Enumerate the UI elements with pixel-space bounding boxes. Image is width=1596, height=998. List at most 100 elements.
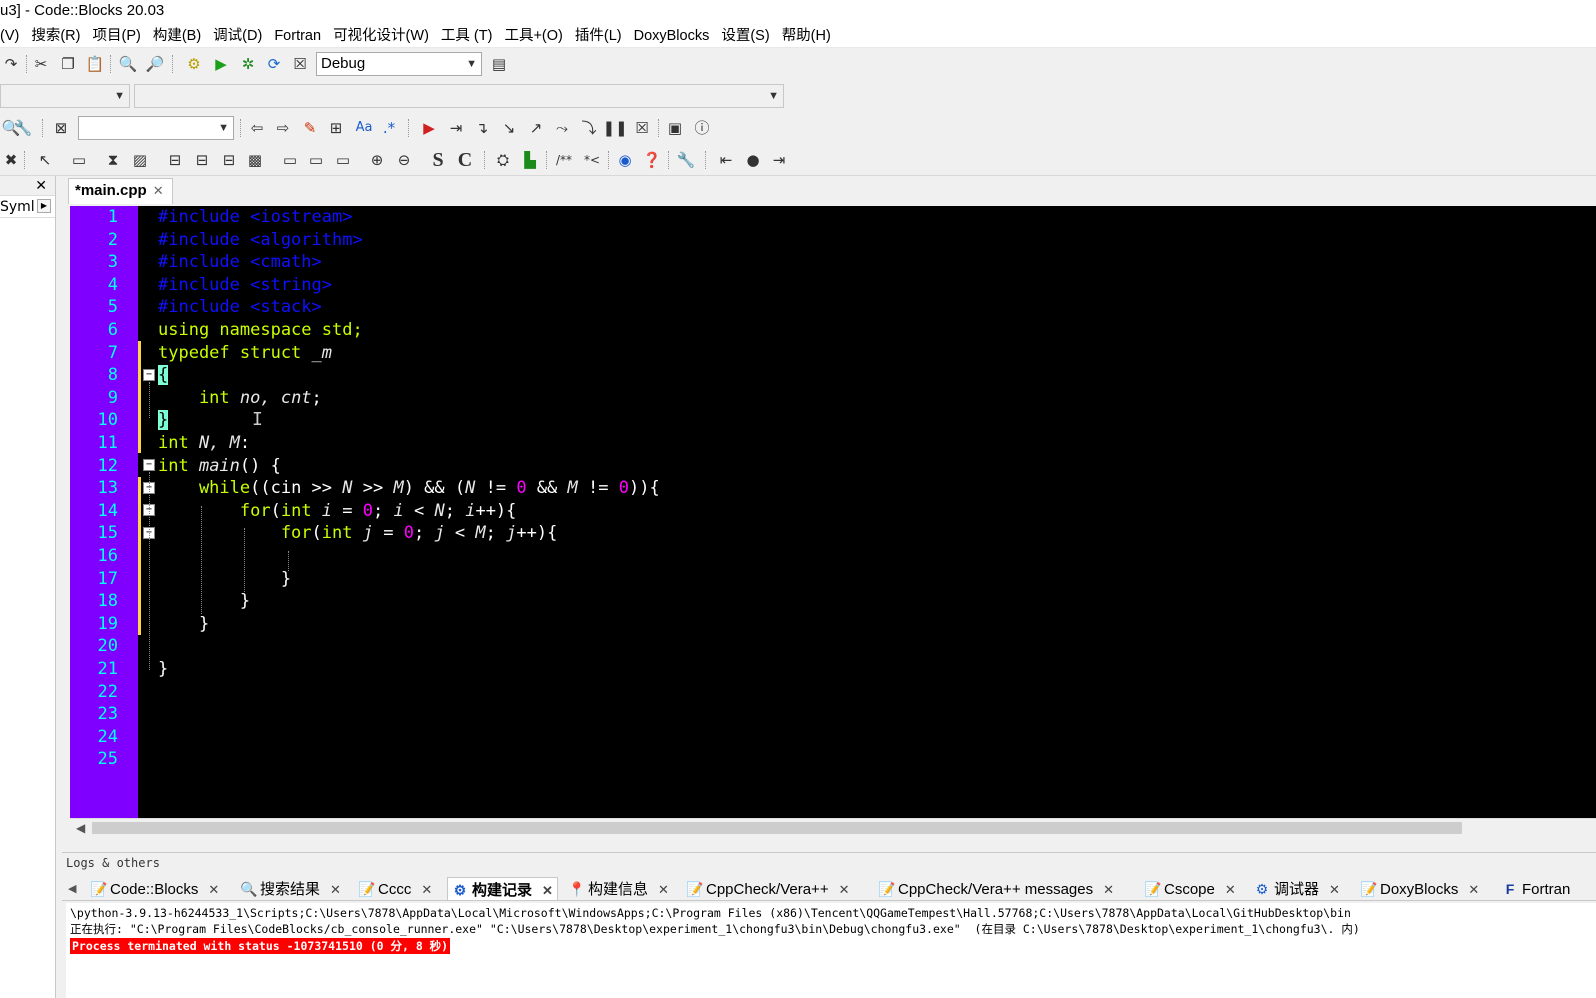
find-next-icon[interactable]: ⇨ [272,117,294,139]
menu-visual-design[interactable]: 可视化设计(W) [327,24,435,47]
zoom-out-icon[interactable]: ⊖ [393,149,415,171]
copy-icon[interactable]: ❐ [57,53,79,75]
doxy-comment-icon[interactable]: /** [553,149,575,171]
symbols-tab[interactable]: Syml ▶ [0,196,55,218]
logs-tab-debugger[interactable]: ⚙ 调试器 ✕ [1254,877,1340,900]
logs-tab-cppcheck[interactable]: 📝 CppCheck/Vera++ ✕ [686,877,850,900]
menu-build[interactable]: 构建(B) [147,24,207,47]
run-to-cursor-icon[interactable]: ⇥ [445,117,467,139]
bookmark-dot-icon[interactable]: ● [742,149,764,171]
logs-tab-doxyblocks[interactable]: 📝 DoxyBlocks ✕ [1360,877,1479,900]
block-one-icon[interactable]: ⊟ [164,149,186,171]
selected-text-icon[interactable]: ⊞ [325,117,347,139]
chevron-left-icon[interactable]: ◀ [68,877,76,900]
nav-forward-icon[interactable]: ⇥ [768,149,790,171]
menu-plugins[interactable]: 插件(L) [569,24,628,47]
doxy-line-comment-icon[interactable]: *< [581,149,603,171]
menu-tools-plus[interactable]: 工具+(O) [498,24,568,47]
logs-tab-cppcheck-messages[interactable]: 📝 CppCheck/Vera++ messages ✕ [878,877,1114,900]
redo-icon[interactable]: ↷ [0,53,22,75]
parallel-icon[interactable]: ▨ [129,149,151,171]
menu-doxyblocks[interactable]: DoxyBlocks [628,24,716,47]
stop-debugger-icon[interactable]: ☒ [631,117,653,139]
logs-tab-codeblocks[interactable]: 📝 Code::Blocks ✕ [90,877,219,900]
menu-help[interactable]: 帮助(H) [776,24,837,47]
editor-horizontal-scrollbar[interactable]: ◀ [70,818,1596,836]
s-icon[interactable]: S [427,149,449,171]
logs-tab-cccc[interactable]: 📝 Cccc ✕ [358,877,432,900]
menu-view[interactable]: (V) [0,24,25,47]
close-icon[interactable]: ✕ [35,176,47,196]
cut-icon[interactable]: ✂ [30,53,52,75]
highlight-icon[interactable]: ✎ [299,117,321,139]
paste-icon[interactable]: 📋 [84,53,106,75]
close-icon[interactable]: ✕ [658,882,669,897]
close-icon[interactable]: ✕ [1103,882,1114,897]
logs-tab-fortran[interactable]: F Fortran [1502,877,1571,900]
editor-tab-main-cpp[interactable]: *main.cpp ✕ [68,178,173,204]
scope-select[interactable]: ▼ [0,84,130,108]
chevron-right-icon[interactable]: ▶ [37,199,51,213]
logs-tab-build-messages[interactable]: 📍 构建信息 ✕ [568,877,669,900]
zoom-in-icon[interactable]: ⊕ [366,149,388,171]
doxywizard-icon[interactable]: ◉ [614,149,636,171]
close-icon[interactable]: ✕ [1225,882,1236,897]
decision-icon[interactable]: ⧗ [102,149,124,171]
next-instruction-icon[interactable]: ⤳ [551,117,573,139]
select-pointer-icon[interactable]: ↖ [34,149,56,171]
menu-debug[interactable]: 调试(D) [207,24,268,47]
close-icon[interactable]: ✕ [1329,882,1340,897]
code-editor[interactable]: 1 2 3 4 5 6 7 8 9 10 11 12 13 14 15 16 1… [70,206,1596,818]
delete-tool-icon[interactable]: ✖ [0,149,22,171]
pause-icon[interactable]: ❚❚ [602,117,627,139]
close-icon[interactable]: ✕ [330,882,341,897]
chm-help-icon[interactable]: ❓ [641,149,663,171]
menu-search[interactable]: 搜索(R) [25,24,86,47]
close-icon[interactable]: ✕ [1468,882,1479,897]
close-icon[interactable]: ✕ [542,883,553,898]
block-three-icon[interactable]: ⊟ [218,149,240,171]
fold-toggle-icon[interactable]: − [143,459,155,471]
chevron-left-icon[interactable]: ◀ [76,819,85,837]
close-icon[interactable]: ✕ [839,882,850,897]
find-previous-icon[interactable]: ⇦ [246,117,268,139]
build-log-output[interactable]: \python-3.9.13-h6244533_1\Scripts;C:\Use… [66,903,1596,998]
clear-search-icon[interactable]: ⊠ [50,117,72,139]
find-icon[interactable]: 🔍 [117,53,139,75]
wrench-icon[interactable]: 🔧 [12,117,34,139]
match-case-icon[interactable]: Aa [353,117,375,139]
next-line-icon[interactable]: ↴ [471,117,493,139]
function-select[interactable]: ▼ [134,84,784,108]
build-target-select[interactable]: Debug ▼ [316,52,482,76]
chart-icon[interactable]: ▙ [519,149,541,171]
build-gear-icon[interactable]: ⚙ [183,53,205,75]
close-icon[interactable]: ✕ [208,882,219,897]
close-icon[interactable]: ✕ [421,882,432,897]
menu-tools[interactable]: 工具 (T) [435,24,499,47]
fold-toggle-icon[interactable]: − [143,369,155,381]
run-icon[interactable]: ▶ [210,53,232,75]
abort-icon[interactable]: ☒ [289,53,311,75]
shape-three-icon[interactable]: ▭ [332,149,354,171]
debug-info-icon[interactable]: ⓘ [691,117,713,139]
close-icon[interactable]: ✕ [153,183,164,198]
scrollbar-thumb[interactable] [92,822,1462,834]
step-into-instruction-icon[interactable]: ⤵ [578,117,600,139]
logs-tab-build-log[interactable]: ⚙ 构建记录 ✕ [447,877,558,900]
export-icon[interactable]: ⛭ [492,149,514,171]
menu-project[interactable]: 项目(P) [86,24,146,47]
config-wrench-icon[interactable]: 🔧 [675,149,697,171]
debug-windows-icon[interactable]: ▣ [664,117,686,139]
step-into-icon[interactable]: ↘ [498,117,520,139]
shape-two-icon[interactable]: ▭ [305,149,327,171]
shape-one-icon[interactable]: ▭ [279,149,301,171]
target-options-icon[interactable]: ▤ [488,53,510,75]
rectangle-icon[interactable]: ▭ [68,149,90,171]
regex-icon[interactable]: .* [378,117,400,139]
rebuild-icon[interactable]: ⟳ [263,53,285,75]
menu-fortran[interactable]: Fortran [268,24,327,47]
menu-settings[interactable]: 设置(S) [715,24,775,47]
replace-icon[interactable]: 🔎 [144,53,166,75]
block-two-icon[interactable]: ⊟ [191,149,213,171]
nav-back-icon[interactable]: ⇤ [715,149,737,171]
